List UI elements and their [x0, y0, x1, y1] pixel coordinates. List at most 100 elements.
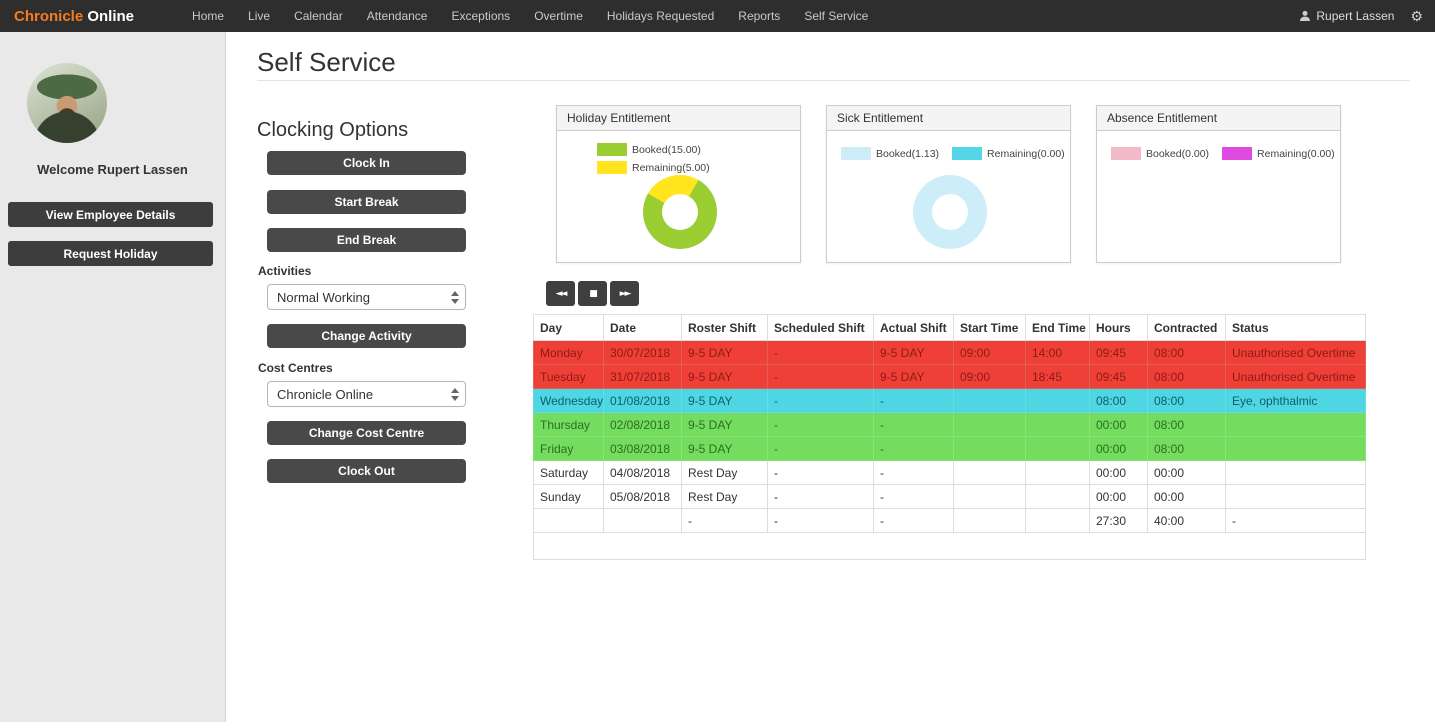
- user-menu[interactable]: Rupert Lassen: [1299, 9, 1394, 23]
- legend-swatch-remaining: [952, 147, 983, 160]
- cell-contracted: 08:00: [1147, 412, 1226, 437]
- table-footer-row: [533, 532, 1366, 560]
- holiday-entitlement-panel: Holiday Entitlement Booked(15.00) Remain…: [556, 105, 801, 263]
- cell-status: [1225, 412, 1366, 437]
- cell-start-time: 09:00: [953, 364, 1026, 389]
- legend-item: Remaining(0.00): [1222, 147, 1335, 160]
- legend-label: Booked(15.00): [632, 143, 701, 156]
- cell-hours: 09:45: [1089, 364, 1148, 389]
- absence-entitlement-body: Booked(0.00) Remaining(0.00): [1097, 131, 1340, 262]
- legend-item: Remaining(0.00): [952, 147, 1065, 160]
- stop-button[interactable]: ■: [578, 281, 607, 306]
- clock-in-button[interactable]: Clock In: [267, 151, 466, 175]
- start-break-button[interactable]: Start Break: [267, 190, 466, 214]
- sick-legend: Booked(1.13) Remaining(0.00): [841, 147, 1065, 160]
- cost-centre-select[interactable]: Chronicle Online: [267, 381, 466, 407]
- table-row: Tuesday 31/07/2018 9-5 DAY - 9-5 DAY 09:…: [533, 364, 1366, 389]
- cell-date: 05/08/2018: [603, 484, 682, 509]
- attendance-table: Day Date Roster Shift Scheduled Shift Ac…: [533, 314, 1366, 560]
- clock-out-button[interactable]: Clock Out: [267, 459, 466, 483]
- sick-entitlement-body: Booked(1.13) Remaining(0.00): [827, 131, 1070, 262]
- nav-item-overtime[interactable]: Overtime: [522, 0, 595, 32]
- cell-scheduled-shift: -: [767, 460, 874, 485]
- fast-forward-button[interactable]: ►►: [610, 281, 639, 306]
- cell-day: Sunday: [533, 484, 604, 509]
- request-holiday-button[interactable]: Request Holiday: [8, 241, 213, 266]
- cell-actual-shift: -: [873, 460, 954, 485]
- cell-start-time: [953, 412, 1026, 437]
- cell-status: [1225, 460, 1366, 485]
- activities-label: Activities: [258, 264, 312, 278]
- nav-item-calendar[interactable]: Calendar: [282, 0, 355, 32]
- user-name: Rupert Lassen: [1316, 9, 1395, 23]
- column-header-date: Date: [603, 314, 682, 341]
- table-row: Thursday 02/08/2018 9-5 DAY - - 00:00 08…: [533, 412, 1366, 437]
- cell-status: Eye, ophthalmic: [1225, 388, 1366, 413]
- nav-item-reports[interactable]: Reports: [726, 0, 792, 32]
- sick-entitlement-panel: Sick Entitlement Booked(1.13) Remaining(…: [826, 105, 1071, 263]
- table-row: Sunday 05/08/2018 Rest Day - - 00:00 00:…: [533, 484, 1366, 509]
- change-activity-button[interactable]: Change Activity: [267, 324, 466, 348]
- cell-actual-shift: -: [873, 412, 954, 437]
- cell-scheduled-shift: -: [767, 340, 874, 365]
- cell-start-time: [953, 484, 1026, 509]
- cell-roster-shift: 9-5 DAY: [681, 412, 768, 437]
- table-header-row: Day Date Roster Shift Scheduled Shift Ac…: [533, 314, 1366, 341]
- settings-gear-icon[interactable]: ⚙: [1410, 9, 1423, 23]
- fast-backward-button[interactable]: ◄◄: [546, 281, 575, 306]
- cell-hours: 00:00: [1089, 412, 1148, 437]
- cell-start-time: [953, 460, 1026, 485]
- cell-end-time: [1025, 460, 1090, 485]
- nav-item-holidays-requested[interactable]: Holidays Requested: [595, 0, 726, 32]
- view-employee-details-button[interactable]: View Employee Details: [8, 202, 213, 227]
- sidebar: Welcome Rupert Lassen View Employee Deta…: [0, 32, 226, 722]
- legend-item: Booked(1.13): [841, 147, 939, 160]
- legend-swatch-remaining: [597, 161, 627, 174]
- cell-end-time: [1025, 508, 1090, 533]
- nav-item-exceptions[interactable]: Exceptions: [439, 0, 522, 32]
- cell-start-time: [953, 508, 1026, 533]
- cell-contracted: 08:00: [1147, 436, 1226, 461]
- app-screen: Chronicle Online Home Live Calendar Atte…: [0, 0, 1435, 722]
- end-break-button[interactable]: End Break: [267, 228, 466, 252]
- cell-roster-shift: Rest Day: [681, 460, 768, 485]
- cell-actual-shift: -: [873, 508, 954, 533]
- holiday-donut-chart: [643, 175, 717, 249]
- cell-status: -: [1225, 508, 1366, 533]
- cell-actual-shift: -: [873, 436, 954, 461]
- cell-start-time: [953, 388, 1026, 413]
- cell-contracted: 00:00: [1147, 484, 1226, 509]
- nav-item-home[interactable]: Home: [180, 0, 236, 32]
- holiday-entitlement-title: Holiday Entitlement: [557, 106, 800, 131]
- cell-day: Friday: [533, 436, 604, 461]
- cell-status: Unauthorised Overtime: [1225, 340, 1366, 365]
- holiday-legend: Booked(15.00) Remaining(5.00): [597, 143, 710, 174]
- cell-scheduled-shift: -: [767, 364, 874, 389]
- change-cost-centre-button[interactable]: Change Cost Centre: [267, 421, 466, 445]
- activity-select[interactable]: Normal Working: [267, 284, 466, 310]
- nav-item-live[interactable]: Live: [236, 0, 282, 32]
- cell-end-time: 14:00: [1025, 340, 1090, 365]
- cell-hours: 08:00: [1089, 388, 1148, 413]
- table-row: Friday 03/08/2018 9-5 DAY - - 00:00 08:0…: [533, 436, 1366, 461]
- legend-swatch-booked: [841, 147, 871, 160]
- table-totals-row: - - - 27:30 40:00 -: [533, 508, 1366, 533]
- legend-label: Remaining(0.00): [1257, 147, 1335, 160]
- cell-end-time: [1025, 388, 1090, 413]
- cell-actual-shift: 9-5 DAY: [873, 364, 954, 389]
- welcome-text: Welcome Rupert Lassen: [37, 162, 188, 177]
- cell-date: 01/08/2018: [603, 388, 682, 413]
- column-header-day: Day: [533, 314, 604, 341]
- title-divider: [257, 80, 1410, 81]
- nav-item-attendance[interactable]: Attendance: [355, 0, 440, 32]
- cell-day: [533, 508, 604, 533]
- cell-end-time: [1025, 436, 1090, 461]
- table-media-bar: ◄◄ ■ ►►: [546, 281, 639, 306]
- cell-day: Wednesday: [533, 388, 604, 413]
- brand-logo[interactable]: Chronicle Online: [14, 8, 134, 25]
- cell-scheduled-shift: -: [767, 388, 874, 413]
- absence-entitlement-title: Absence Entitlement: [1097, 106, 1340, 131]
- cell-scheduled-shift: -: [767, 484, 874, 509]
- nav-item-self-service[interactable]: Self Service: [792, 0, 880, 32]
- cost-centres-label: Cost Centres: [258, 361, 333, 375]
